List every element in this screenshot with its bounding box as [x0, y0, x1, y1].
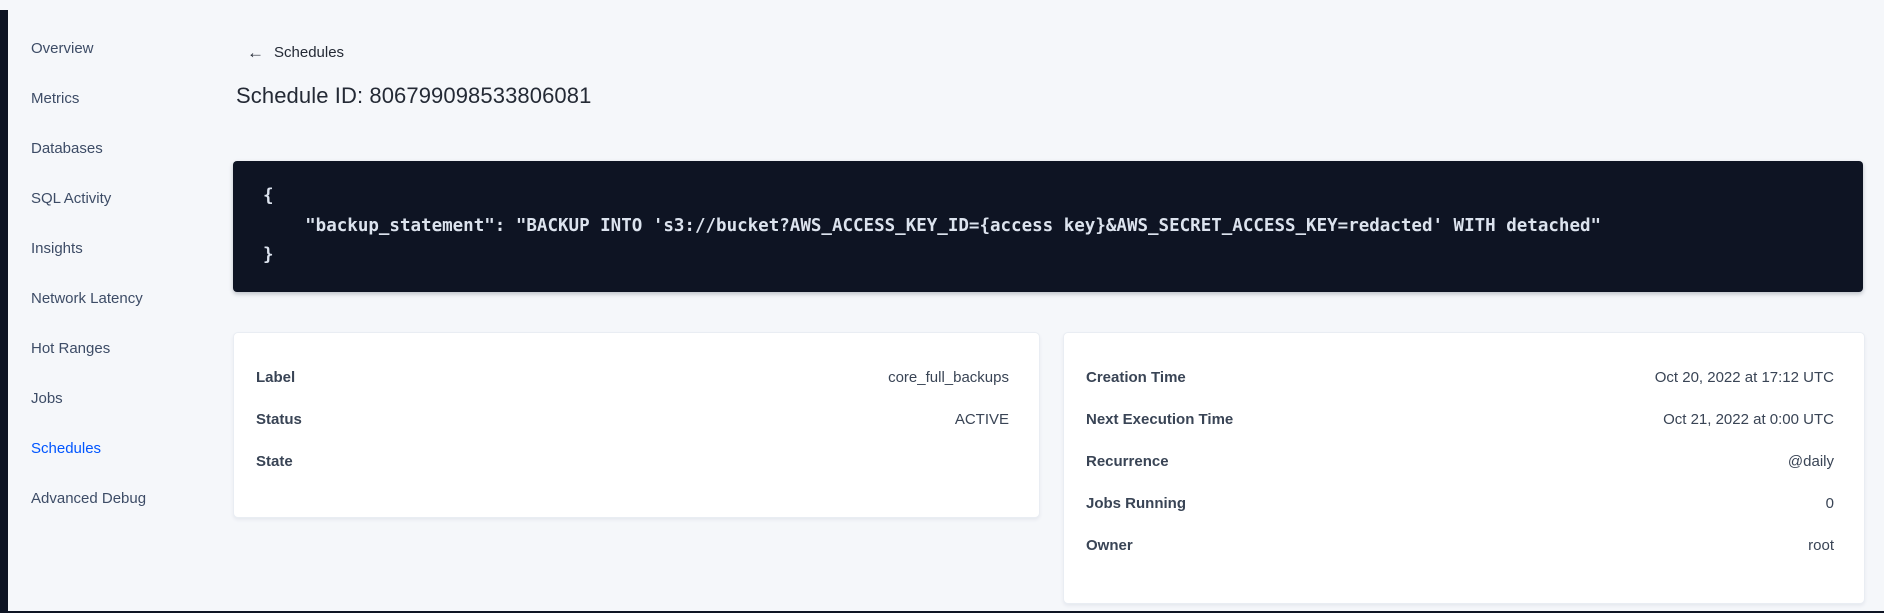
detail-value: ACTIVE	[954, 410, 1009, 428]
sidebar-item-schedules[interactable]: Schedules	[31, 423, 201, 473]
detail-row-owner: Owner root	[1086, 524, 1834, 566]
sidebar-item-hot-ranges[interactable]: Hot Ranges	[31, 323, 201, 373]
sidebar-item-advanced-debug[interactable]: Advanced Debug	[31, 473, 201, 523]
detail-label: Next Execution Time	[1086, 410, 1234, 428]
detail-value: 0	[1825, 494, 1834, 512]
arrow-left-icon: ←	[247, 43, 264, 62]
schedule-detail-page: Overview Metrics Databases SQL Activity …	[0, 0, 1884, 613]
detail-label: Creation Time	[1086, 368, 1186, 386]
detail-label: Jobs Running	[1086, 494, 1186, 512]
detail-value: core_full_backups	[888, 368, 1009, 386]
schedule-statement-code-block: { "backup_statement": "BACKUP INTO 's3:/…	[233, 161, 1863, 292]
sidebar-item-metrics[interactable]: Metrics	[31, 73, 201, 123]
detail-row-status: Status ACTIVE	[256, 398, 1009, 440]
window-edge-left	[0, 10, 8, 613]
detail-value: Oct 20, 2022 at 17:12 UTC	[1654, 368, 1834, 386]
sidebar-item-overview[interactable]: Overview	[31, 23, 201, 73]
back-link-schedules[interactable]: ← Schedules	[247, 44, 344, 61]
code-line: }	[263, 245, 274, 265]
sidebar-item-insights[interactable]: Insights	[31, 223, 201, 273]
detail-row-recurrence: Recurrence @daily	[1086, 440, 1834, 482]
sidebar-item-network-latency[interactable]: Network Latency	[31, 273, 201, 323]
code-line: {	[263, 186, 274, 206]
detail-row-jobs-running: Jobs Running 0	[1086, 482, 1834, 524]
sidebar-item-jobs[interactable]: Jobs	[31, 373, 201, 423]
detail-row-label: Label core_full_backups	[256, 356, 1009, 398]
detail-label: Label	[256, 368, 296, 386]
schedule-meta-card: Label core_full_backups Status ACTIVE St…	[233, 332, 1040, 518]
detail-row-creation-time: Creation Time Oct 20, 2022 at 17:12 UTC	[1086, 356, 1834, 398]
detail-value: @daily	[1787, 452, 1834, 470]
detail-label: Status	[256, 410, 302, 428]
page-title: Schedule ID: 806799098533806081	[236, 83, 592, 108]
detail-row-state: State	[256, 440, 1009, 482]
detail-row-next-execution-time: Next Execution Time Oct 21, 2022 at 0:00…	[1086, 398, 1834, 440]
detail-value: Oct 21, 2022 at 0:00 UTC	[1663, 410, 1834, 428]
detail-label: Recurrence	[1086, 452, 1169, 470]
sidebar-item-databases[interactable]: Databases	[31, 123, 201, 173]
detail-label: Owner	[1086, 536, 1133, 554]
code-line: "backup_statement": "BACKUP INTO 's3://b…	[263, 215, 1602, 236]
detail-label: State	[256, 452, 293, 470]
sidebar-item-sql-activity[interactable]: SQL Activity	[31, 173, 201, 223]
schedule-execution-card: Creation Time Oct 20, 2022 at 17:12 UTC …	[1063, 332, 1865, 604]
back-link-label: Schedules	[274, 44, 345, 61]
detail-value: root	[1808, 536, 1834, 554]
sidebar: Overview Metrics Databases SQL Activity …	[31, 23, 201, 523]
